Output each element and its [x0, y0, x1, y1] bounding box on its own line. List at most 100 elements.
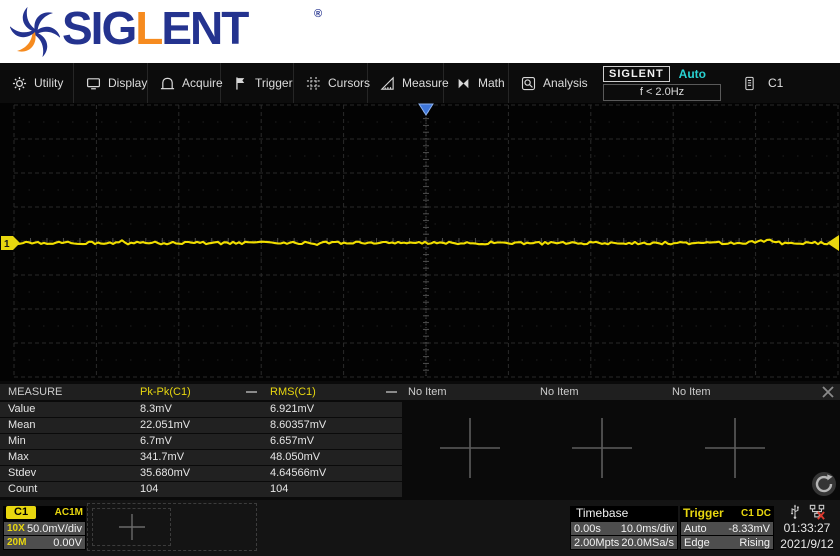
measure-row-mean: Mean 22.051mV 8.60357mV	[0, 418, 402, 433]
gear-icon	[12, 76, 27, 91]
math-icon	[456, 76, 471, 91]
menu-label: Math	[478, 76, 505, 90]
add-measurement-4-icon[interactable]	[569, 415, 635, 481]
menu-measure[interactable]: Measure	[368, 63, 444, 103]
display-icon	[86, 76, 101, 91]
menu-cursors[interactable]: Cursors	[294, 63, 368, 103]
rms-count: 104	[270, 482, 288, 497]
channel-1-trace	[14, 240, 836, 245]
measurement-3-header[interactable]: No Item	[408, 384, 447, 400]
row-label: Min	[8, 434, 26, 449]
sample-rate: 20.0MSa/s	[621, 537, 674, 549]
menu-label: Measure	[402, 76, 449, 90]
timebase-scale: 10.0ms/div	[621, 523, 674, 535]
pkpk-value: 8.3mV	[140, 402, 172, 417]
menu-math[interactable]: Math	[444, 63, 509, 103]
channel-marker-number: 1	[4, 239, 10, 250]
close-measure-panel-icon[interactable]	[821, 385, 835, 399]
rms-stdev: 4.64566mV	[270, 466, 326, 481]
row-label: Count	[8, 482, 37, 497]
row-label: Max	[8, 450, 29, 465]
measure-row-count: Count 104 104	[0, 482, 402, 497]
analysis-icon	[521, 76, 536, 91]
measure-panel: MEASURE Pk-Pk(C1) RMS(C1) No Item No Ite…	[0, 381, 840, 500]
trigger-status-cluster[interactable]: SIGLENT Auto f < 2.0Hz	[603, 63, 721, 103]
add-measurement-5-icon[interactable]	[702, 415, 768, 481]
timebase-title: Timebase	[576, 506, 628, 521]
row-label: Mean	[8, 418, 36, 433]
measurement-2-header[interactable]: RMS(C1)	[270, 384, 316, 400]
trigger-level: -8.33mV	[728, 523, 770, 535]
acquisition-mode-badge: Auto	[679, 67, 706, 81]
channel-coupling: AC1M	[55, 507, 83, 518]
menu-acquire[interactable]: Acquire	[148, 63, 221, 103]
measurement-4-header[interactable]: No Item	[540, 384, 579, 400]
measure-header-row: MEASURE Pk-Pk(C1) RMS(C1) No Item No Ite…	[0, 384, 840, 400]
menu-display[interactable]: Display	[74, 63, 148, 103]
bandwidth-limit: 20M	[7, 537, 26, 548]
volts-per-div: 50.0mV/div	[27, 523, 82, 535]
menu-analysis[interactable]: Analysis	[509, 63, 597, 103]
trigger-title: Trigger	[683, 506, 724, 521]
network-disconnected-icon	[809, 504, 825, 520]
registered-mark: ®	[314, 8, 322, 20]
timebase-descriptor[interactable]: Timebase 0.00s 10.0ms/div 2.00Mpts 20.0M…	[570, 506, 678, 550]
trigger-slope: Rising	[739, 537, 770, 549]
menu-label: Analysis	[543, 76, 588, 90]
reset-statistics-icon[interactable]	[811, 471, 837, 497]
remove-measurement-2-icon[interactable]	[386, 391, 397, 393]
system-time: 01:33:27	[776, 520, 838, 536]
oscilloscope-screen: SIGLENT ® Utility Display Acquire Trigge…	[0, 0, 840, 556]
trigger-source: C1 DC	[741, 506, 771, 521]
channel-1-badge[interactable]: C1	[6, 506, 36, 519]
pkpk-min: 6.7mV	[140, 434, 172, 449]
acquire-icon	[160, 76, 175, 91]
menu-trigger[interactable]: Trigger	[221, 63, 294, 103]
measurement-1-header[interactable]: Pk-Pk(C1)	[140, 384, 191, 400]
rms-min: 6.657mV	[270, 434, 314, 449]
flag-icon	[233, 76, 248, 91]
add-channel-plus-icon	[117, 512, 147, 542]
trigger-position-marker[interactable]	[419, 104, 433, 115]
trigger-descriptor[interactable]: Trigger C1 DC Auto -8.33mV Edge Rising	[680, 506, 774, 550]
measurement-5-header[interactable]: No Item	[672, 384, 711, 400]
menu-bar: Utility Display Acquire Trigger Cursors …	[0, 63, 840, 103]
siglent-swirl-icon	[10, 7, 60, 57]
frequency-counter: f < 2.0Hz	[603, 84, 721, 101]
menu-label: Utility	[34, 76, 63, 90]
trigger-type: Edge	[684, 537, 710, 549]
measure-row-max: Max 341.7mV 48.050mV	[0, 450, 402, 465]
rms-mean: 8.60357mV	[270, 418, 326, 433]
menu-utility[interactable]: Utility	[0, 63, 74, 103]
channel-1-descriptor[interactable]: C1 AC1M 10X 50.0mV/div 20M 0.00V	[3, 506, 86, 550]
row-label: Stdev	[8, 466, 36, 481]
active-channel-label[interactable]: C1	[768, 76, 783, 90]
siglent-logo-text: SIGLENT	[62, 1, 247, 55]
usb-icon	[789, 504, 801, 520]
logo-bar: SIGLENT ®	[0, 0, 840, 63]
add-channel-slot[interactable]	[92, 508, 171, 546]
pkpk-max: 341.7mV	[140, 450, 184, 465]
trigger-level-marker[interactable]	[827, 235, 839, 251]
cursors-icon	[306, 76, 321, 91]
menu-label: Trigger	[255, 76, 293, 90]
measure-row-min: Min 6.7mV 6.657mV	[0, 434, 402, 449]
menu-label: Cursors	[328, 76, 370, 90]
row-label: Value	[8, 402, 35, 417]
measure-row-stdev: Stdev 35.680mV 4.64566mV	[0, 466, 402, 481]
rms-value: 6.921mV	[270, 402, 314, 417]
memory-depth: 2.00Mpts	[574, 537, 619, 549]
rms-max: 48.050mV	[270, 450, 320, 465]
probe-attenuation: 10X	[7, 523, 25, 534]
clock-area: 01:33:27 2021/9/12	[776, 503, 838, 553]
channel-add-zone	[87, 503, 257, 551]
channel-offset: 0.00V	[53, 537, 82, 549]
waveform-display: 1	[0, 103, 840, 381]
notification-list-icon[interactable]	[743, 75, 756, 92]
descriptor-bar: C1 AC1M 10X 50.0mV/div 20M 0.00V Timebas…	[0, 500, 840, 556]
pkpk-count: 104	[140, 482, 158, 497]
pkpk-stdev: 35.680mV	[140, 466, 190, 481]
system-date: 2021/9/12	[776, 536, 838, 552]
remove-measurement-1-icon[interactable]	[246, 391, 257, 393]
add-measurement-3-icon[interactable]	[437, 415, 503, 481]
